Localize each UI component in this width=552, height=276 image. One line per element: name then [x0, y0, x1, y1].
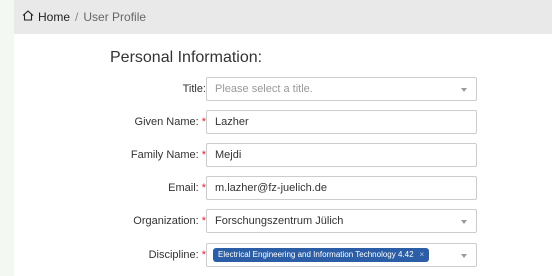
organization-label: Organization: * — [133, 215, 206, 227]
breadcrumb-current: User Profile — [83, 10, 147, 24]
email-label: Email: * — [168, 182, 206, 194]
discipline-select[interactable]: Electrical Engineering and Information T… — [206, 243, 477, 267]
discipline-row: Discipline: * Electrical Engineering and … — [14, 243, 552, 267]
email-row: Email: * — [14, 176, 552, 200]
email-input[interactable] — [206, 176, 477, 200]
title-placeholder: Please select a title. — [215, 83, 313, 95]
home-icon — [22, 10, 38, 24]
discipline-tag-label: Electrical Engineering and Information T… — [218, 250, 414, 259]
given-name-label: Given Name: * — [134, 116, 206, 128]
discipline-label: Discipline: * — [148, 249, 206, 261]
family-name-row: Family Name: * — [14, 143, 552, 167]
organization-row: Organization: * Forschungszentrum Jülich — [14, 209, 552, 233]
chevron-down-icon — [461, 254, 467, 258]
discipline-tag: Electrical Engineering and Information T… — [213, 248, 430, 262]
organization-select[interactable]: Forschungszentrum Jülich — [206, 209, 477, 233]
page: Home / User Profile Personal Information… — [14, 0, 552, 276]
given-name-row: Given Name: * — [14, 110, 552, 134]
family-name-label: Family Name: * — [130, 149, 206, 161]
breadcrumb-separator: / — [75, 10, 79, 24]
breadcrumb: Home / User Profile — [14, 0, 552, 34]
breadcrumb-home-link[interactable]: Home — [22, 10, 70, 24]
breadcrumb-home-label[interactable]: Home — [38, 10, 70, 24]
chevron-down-icon — [461, 220, 467, 224]
title-label: Title: — [182, 83, 206, 95]
section-title: Personal Information: — [110, 49, 263, 66]
title-row: Title: Please select a title. — [14, 77, 552, 101]
chevron-down-icon — [461, 88, 467, 92]
organization-value: Forschungszentrum Jülich — [215, 215, 344, 227]
remove-tag-icon[interactable]: × — [420, 248, 425, 262]
family-name-input[interactable] — [206, 143, 477, 167]
given-name-input[interactable] — [206, 110, 477, 134]
title-select[interactable]: Please select a title. — [206, 77, 477, 101]
